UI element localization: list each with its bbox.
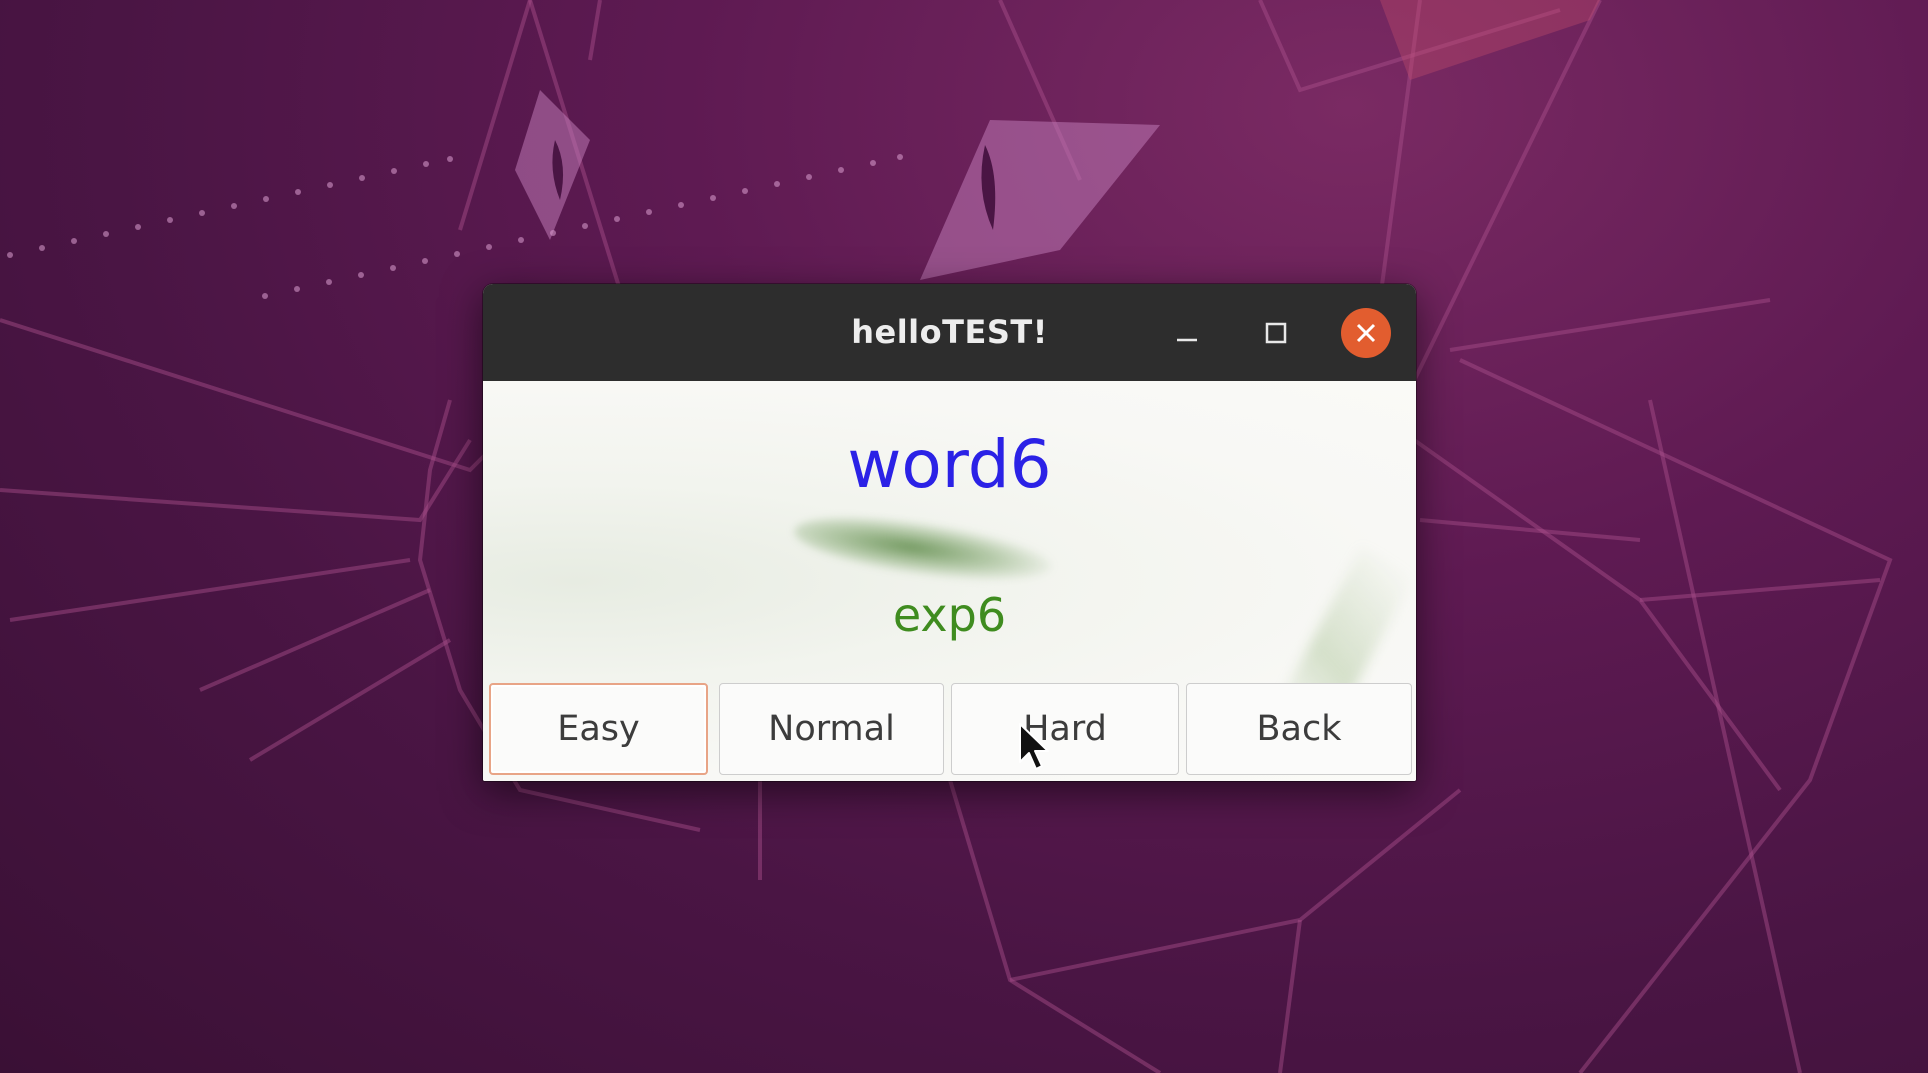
back-button[interactable]: Back: [1186, 683, 1412, 775]
background-leaf-decoration: [790, 505, 1056, 593]
minimize-icon: [1177, 338, 1197, 342]
desktop-background: helloTEST! word6 exp6 Easy Normal Hard B…: [0, 0, 1928, 1073]
close-icon: [1356, 323, 1376, 343]
close-button[interactable]: [1341, 308, 1391, 358]
maximize-icon: [1265, 322, 1287, 344]
word-label: word6: [847, 426, 1052, 503]
explanation-label: exp6: [892, 588, 1007, 642]
flashcard-area: word6 exp6 Easy Normal Hard Back: [483, 381, 1416, 781]
window-titlebar[interactable]: helloTEST!: [483, 284, 1416, 381]
easy-button[interactable]: Easy: [489, 683, 708, 775]
normal-button[interactable]: Normal: [719, 683, 944, 775]
hard-button[interactable]: Hard: [951, 683, 1179, 775]
maximize-button[interactable]: [1251, 308, 1301, 358]
app-window: helloTEST! word6 exp6 Easy Normal Hard B…: [483, 284, 1416, 781]
minimize-button[interactable]: [1162, 308, 1212, 358]
